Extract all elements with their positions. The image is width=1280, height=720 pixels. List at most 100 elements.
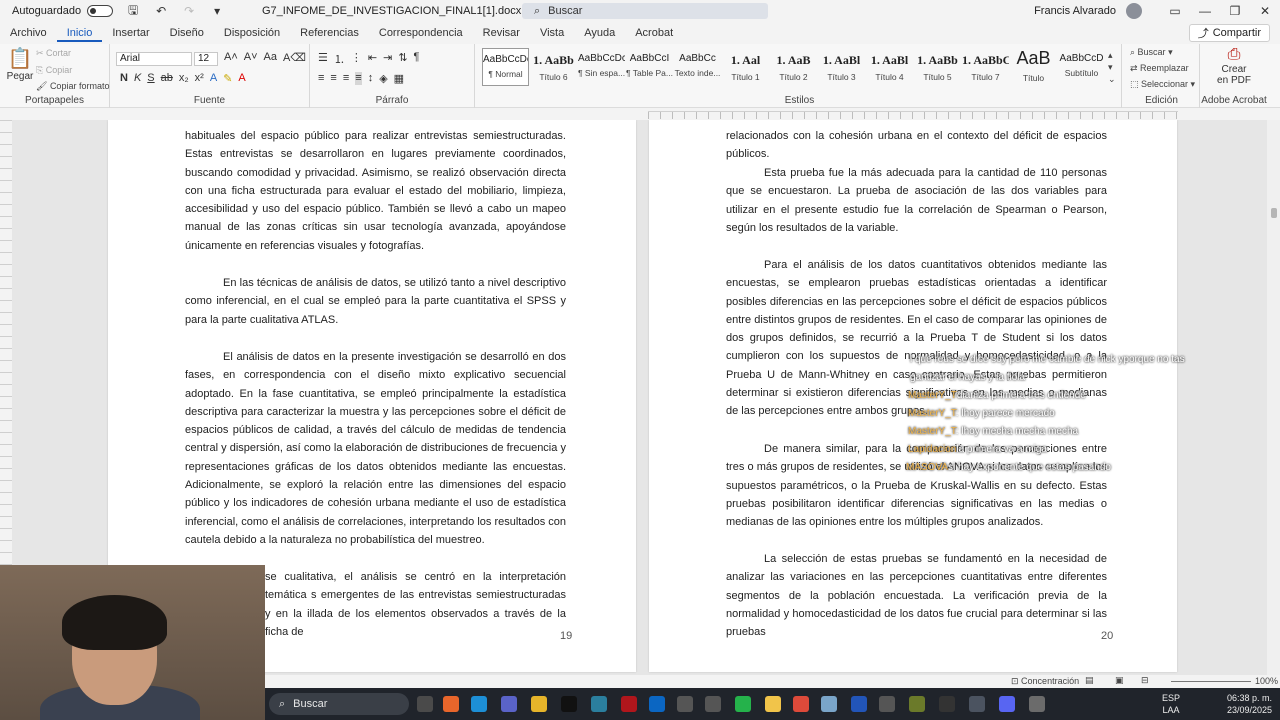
autosave-toggle[interactable] — [87, 5, 114, 17]
tab-disposicion[interactable]: Disposición — [214, 24, 290, 42]
replace-button[interactable]: ⇄ Reemplazar — [1130, 63, 1189, 74]
app-icon[interactable] — [879, 696, 895, 712]
tab-diseno[interactable]: Diseño — [160, 24, 214, 42]
app-icon[interactable] — [939, 696, 955, 712]
teams-icon[interactable] — [501, 696, 517, 712]
style-tile[interactable]: 1. AaBb Título 5 — [914, 48, 961, 86]
read-mode-icon[interactable]: ▤ — [1085, 675, 1094, 686]
search-input[interactable]: ⌕ Buscar — [522, 3, 768, 19]
tab-acrobat[interactable]: Acrobat — [625, 24, 683, 42]
tab-inicio[interactable]: Inicio — [56, 24, 103, 42]
task-view-icon[interactable] — [417, 696, 433, 712]
multilevel-list-icon[interactable]: ⋮ — [351, 51, 362, 67]
font-size-select[interactable]: 12 — [194, 52, 218, 66]
paragraph[interactable]: se cualitativa, el análisis se centró en… — [265, 568, 566, 641]
copy-button[interactable]: ⎘ Copiar — [36, 65, 72, 76]
text-effects-icon[interactable]: A — [210, 72, 217, 85]
shrink-font-icon[interactable]: A˅ — [244, 51, 258, 64]
paragraph[interactable]: relacionados con la cohesión urbana en e… — [726, 127, 1107, 164]
paragraph[interactable]: La selección de estas pruebas se fundame… — [726, 550, 1107, 641]
align-right-icon[interactable]: ≡ — [343, 72, 349, 85]
format-painter-button[interactable]: 🖌 Copiar formato — [36, 81, 109, 92]
style-tile[interactable]: 1. AaBbC Título 7 — [962, 48, 1009, 86]
numbering-icon[interactable]: ⒈ — [334, 51, 345, 67]
style-tile[interactable]: AaBbCcDc ¶ Normal — [482, 48, 529, 86]
print-layout-icon[interactable]: ▣ — [1115, 675, 1124, 686]
justify-icon[interactable]: ≡ — [355, 72, 362, 85]
underline-icon[interactable]: S — [147, 72, 154, 85]
app-icon[interactable] — [909, 696, 925, 712]
app-icon[interactable] — [821, 696, 837, 712]
outlook-icon[interactable] — [649, 696, 665, 712]
tiktok-icon[interactable] — [561, 696, 577, 712]
styles-more-icon[interactable]: ⌄ — [1108, 74, 1116, 85]
grow-font-icon[interactable]: A˄ — [224, 51, 238, 64]
whatsapp-icon[interactable] — [735, 696, 751, 712]
redo-icon[interactable]: ↷ — [181, 3, 197, 19]
style-tile[interactable]: AaBbCcD Subtítulo — [1058, 48, 1105, 86]
tab-correspondencia[interactable]: Correspondencia — [369, 24, 473, 42]
share-button[interactable]: ⤴ Compartir — [1188, 24, 1270, 42]
bold-icon[interactable]: N — [120, 72, 128, 85]
zoom-slider[interactable] — [1171, 681, 1251, 682]
create-pdf-button[interactable]: ⎙ Crear en PDF — [1206, 46, 1262, 86]
undo-icon[interactable]: ↶ — [153, 3, 169, 19]
style-tile[interactable]: 1. Aal Título 1 — [722, 48, 769, 86]
minimize-icon[interactable]: — — [1190, 4, 1220, 18]
system-clock[interactable]: 06:38 p. m. 23/09/2025 — [1227, 692, 1272, 716]
show-marks-icon[interactable]: ¶ — [414, 51, 420, 67]
input-language[interactable]: ESP LAA — [1162, 692, 1180, 716]
app-icon[interactable] — [591, 696, 607, 712]
app-icon[interactable] — [969, 696, 985, 712]
edge-icon[interactable] — [471, 696, 487, 712]
styles-scroll-up-icon[interactable]: ▴ — [1108, 50, 1113, 61]
change-case-icon[interactable]: Aa — [264, 51, 277, 64]
document-title[interactable]: G7_INFOME_DE_INVESTIGACION_FINAL1[1].doc… — [262, 4, 530, 17]
superscript-icon[interactable]: x² — [195, 72, 204, 85]
paragraph[interactable]: En las técnicas de análisis de datos, se… — [185, 274, 566, 329]
style-tile[interactable]: 1. AaBb Título 6 — [530, 48, 577, 86]
user-name[interactable]: Francis Alvarado — [1034, 5, 1116, 17]
web-layout-icon[interactable]: ⊟ — [1141, 675, 1149, 686]
app-icon[interactable] — [705, 696, 721, 712]
save-icon[interactable]: 🖫 — [125, 3, 141, 19]
align-left-icon[interactable]: ≡ — [318, 72, 324, 85]
clear-format-icon[interactable]: A⌫ — [283, 51, 306, 64]
word-icon[interactable] — [851, 696, 867, 712]
subscript-icon[interactable]: x₂ — [179, 72, 189, 85]
paste-button[interactable]: 📋 Pegar — [6, 46, 34, 82]
zoom-level[interactable]: 100% — [1255, 676, 1278, 686]
scrollbar-thumb[interactable] — [1271, 208, 1277, 218]
style-tile[interactable]: AaB Título — [1010, 48, 1057, 86]
taskbar-search[interactable]: ⌕ Buscar — [269, 693, 409, 715]
tab-insertar[interactable]: Insertar — [102, 24, 159, 42]
find-button[interactable]: ⌕ Buscar ▾ — [1130, 47, 1173, 58]
close-icon[interactable]: ✕ — [1250, 4, 1280, 18]
restore-icon[interactable]: ❐ — [1220, 4, 1250, 18]
customize-toolbar-icon[interactable]: ▾ — [209, 3, 225, 19]
sort-icon[interactable]: ⇅ — [398, 51, 407, 67]
increase-indent-icon[interactable]: ⇥ — [383, 51, 392, 67]
style-tile[interactable]: 1. AaBl Título 3 — [818, 48, 865, 86]
app-icon[interactable] — [621, 696, 637, 712]
paragraph[interactable]: El análisis de datos en la presente inve… — [185, 348, 566, 549]
bullets-icon[interactable]: ☰ — [318, 51, 328, 67]
borders-icon[interactable]: ▦ — [394, 72, 404, 85]
style-tile[interactable]: 1. AaB Título 2 — [770, 48, 817, 86]
shading-icon[interactable]: ◈ — [379, 72, 387, 85]
highlight-icon[interactable]: ✎ — [223, 72, 232, 85]
focus-mode-button[interactable]: ⊡ Concentración — [1011, 676, 1079, 687]
paragraph[interactable]: Esta prueba fue la más adecuada para la … — [726, 164, 1107, 237]
cut-button[interactable]: ✂ Cortar — [36, 48, 71, 59]
discord-icon[interactable] — [999, 696, 1015, 712]
tab-referencias[interactable]: Referencias — [290, 24, 369, 42]
align-center-icon[interactable]: ≡ — [330, 72, 336, 85]
style-tile[interactable]: AaBbCc Texto inde... — [674, 48, 721, 86]
style-tile[interactable]: 1. AaBl Título 4 — [866, 48, 913, 86]
line-spacing-icon[interactable]: ↕ — [368, 72, 374, 85]
styles-scroll-down-icon[interactable]: ▾ — [1108, 62, 1113, 73]
horizontal-ruler[interactable] — [648, 111, 1178, 119]
vertical-scrollbar[interactable] — [1267, 120, 1280, 675]
paragraph[interactable]: habituales del espacio público para real… — [185, 127, 566, 255]
font-name-select[interactable]: Arial — [116, 52, 192, 66]
